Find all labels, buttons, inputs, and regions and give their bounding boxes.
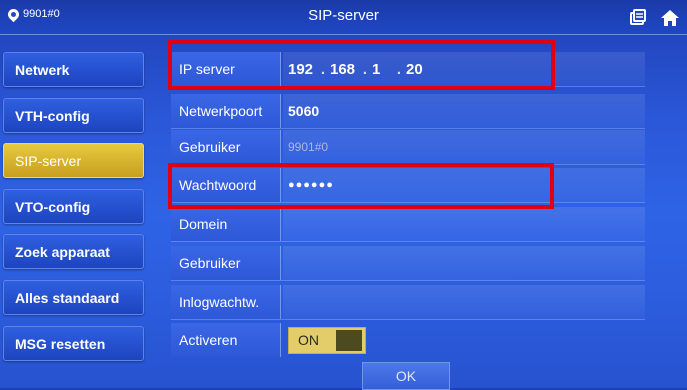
password-field[interactable]: ●●●●●● bbox=[283, 168, 645, 202]
sidebar-item-alles-standaard[interactable]: Alles standaard bbox=[3, 280, 144, 315]
user2-row: Gebruiker bbox=[171, 246, 645, 281]
page-title: SIP-server bbox=[308, 7, 379, 24]
home-icon[interactable] bbox=[660, 8, 680, 28]
domain-row: Domein bbox=[171, 207, 645, 242]
sidebar-item-vth-config[interactable]: VTH-config bbox=[3, 98, 144, 133]
domain-label: Domein bbox=[171, 207, 281, 241]
user-value: 9901#0 bbox=[288, 140, 329, 154]
sidebar-item-vto-config[interactable]: VTO-config bbox=[3, 189, 144, 224]
ip-server-field[interactable]: 192 . 168 . 1 . 20 bbox=[283, 52, 645, 86]
user-field[interactable]: 9901#0 bbox=[283, 130, 645, 164]
password-row: Wachtwoord ●●●●●● bbox=[171, 168, 645, 203]
login-password-field[interactable] bbox=[283, 285, 645, 319]
network-port-field[interactable]: 5060 bbox=[283, 94, 645, 128]
ip-server-row: IP server 192 . 168 . 1 . 20 bbox=[171, 52, 645, 87]
enable-toggle[interactable]: ON bbox=[288, 326, 366, 354]
network-port-label: Netwerkpoort bbox=[171, 94, 281, 128]
password-label: Wachtwoord bbox=[171, 168, 281, 202]
ip-separator: . bbox=[362, 60, 368, 78]
toggle-knob bbox=[336, 329, 362, 351]
sidebar-item-zoek-apparaat[interactable]: Zoek apparaat bbox=[3, 234, 144, 269]
toggle-state-label: ON bbox=[298, 332, 319, 348]
login-password-row: Inlogwachtw. bbox=[171, 285, 645, 320]
enable-label: Activeren bbox=[171, 323, 281, 357]
user-label: Gebruiker bbox=[171, 130, 281, 164]
ip-octet-2[interactable]: 168 bbox=[330, 61, 358, 78]
password-value: ●●●●●● bbox=[288, 179, 334, 191]
domain-field[interactable] bbox=[283, 207, 645, 241]
user2-label: Gebruiker bbox=[171, 246, 281, 280]
network-port-row: Netwerkpoort 5060 bbox=[171, 94, 645, 129]
user2-field[interactable] bbox=[283, 246, 645, 280]
ip-separator: . bbox=[396, 60, 402, 78]
top-bar: 9901#0 SIP-server bbox=[0, 0, 687, 35]
sidebar-item-sip-server[interactable]: SIP-server bbox=[3, 143, 144, 178]
ok-button[interactable]: OK bbox=[362, 362, 450, 390]
ip-octet-4[interactable]: 20 bbox=[406, 61, 434, 78]
enable-row: Activeren ON bbox=[171, 323, 645, 357]
enable-field: ON bbox=[283, 323, 645, 357]
sidebar-item-msg-resetten[interactable]: MSG resetten bbox=[3, 326, 144, 361]
ip-separator: . bbox=[320, 60, 326, 78]
ip-server-label: IP server bbox=[171, 52, 281, 86]
ip-octet-1[interactable]: 192 bbox=[288, 61, 316, 78]
sidebar-item-netwerk[interactable]: Netwerk bbox=[3, 52, 144, 87]
ip-octet-3[interactable]: 1 bbox=[372, 61, 392, 78]
user-row: Gebruiker 9901#0 bbox=[171, 130, 645, 165]
layers-icon[interactable] bbox=[628, 8, 648, 28]
login-password-label: Inlogwachtw. bbox=[171, 285, 281, 319]
